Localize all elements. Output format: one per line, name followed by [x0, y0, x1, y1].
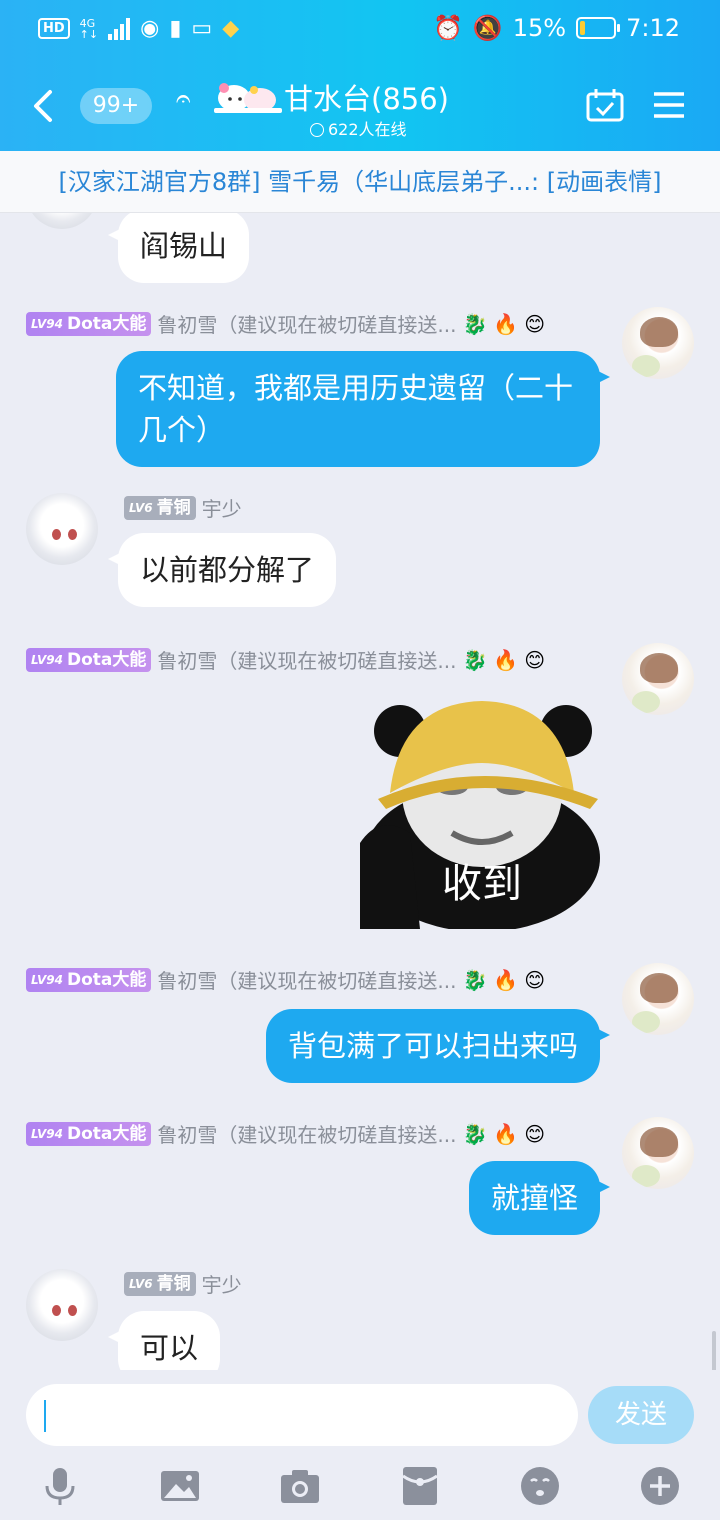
avatar[interactable] [622, 1117, 694, 1189]
camera-icon[interactable] [278, 1464, 322, 1508]
avatar[interactable] [622, 643, 694, 715]
group-title: 甘水台(856) [284, 82, 449, 116]
level-badge: LV94 Dota大能 [26, 1121, 152, 1146]
avatar[interactable] [26, 1269, 98, 1341]
send-button[interactable]: 发送 [588, 1386, 694, 1444]
image-icon[interactable] [158, 1464, 202, 1508]
avatar[interactable] [26, 213, 98, 229]
level-badge: LV6 青铜 [124, 1271, 196, 1296]
group-title-area[interactable]: 甘水台(856) 622人在线 [214, 76, 454, 140]
mute-icon: 🔕 [472, 14, 503, 42]
online-icon [310, 123, 324, 137]
microphone-icon[interactable] [38, 1464, 82, 1508]
fire-icon: 🔥 [493, 311, 519, 336]
message-list[interactable]: 阎锡山 LV94 Dota大能 鲁初雪（建议现在被切磋直接送... 🐉 🔥 😊 不知道… [0, 213, 720, 1370]
battery-fill [580, 21, 585, 35]
calendar-check-icon[interactable] [586, 88, 624, 122]
signal-bars-icon [108, 17, 131, 40]
dragon-icon: 🐉 [462, 967, 488, 992]
avatar[interactable] [622, 963, 694, 1035]
fire-icon: 🔥 [493, 967, 519, 992]
sender-line: LV6 青铜 宇少 [124, 1269, 242, 1298]
sender-line: LV94 Dota大能 鲁初雪（建议现在被切磋直接送... 🐉 🔥 😊 [26, 309, 545, 338]
battery-icon [576, 17, 621, 39]
fire-icon: 🔥 [493, 1121, 519, 1146]
input-toolbar [0, 1464, 720, 1508]
message-bubble[interactable]: 可以 [107, 1311, 221, 1370]
sticker-caption: 收到 [442, 861, 522, 907]
sender-name[interactable]: 鲁初雪（建议现在被切磋直接送... [157, 965, 456, 994]
app-icon: ◆ [222, 16, 240, 41]
sender-name[interactable]: 宇少 [202, 493, 242, 522]
eye-icon: ◉ [140, 16, 160, 41]
battery-percent: 15% [512, 14, 567, 42]
hd-icon: HD [38, 18, 70, 39]
alarm-icon: ⏰ [432, 14, 463, 42]
book-icon: ▭ [191, 16, 213, 41]
text-caret [44, 1400, 46, 1432]
sender-line: LV6 青铜 宇少 [124, 493, 242, 522]
unread-count-badge[interactable]: 99+ [80, 88, 152, 124]
sender-name[interactable]: 鲁初雪（建议现在被切磋直接送... [157, 1119, 456, 1148]
input-bar: 发送 [0, 1370, 720, 1520]
back-icon[interactable] [28, 86, 60, 126]
chat-header: HD 4G ↑↓ ◉ ▮ ▭ ◆ ⏰ 🔕 15% 7:12 99+ 𝄐 甘水台(… [0, 0, 720, 151]
avatar[interactable] [622, 307, 694, 379]
level-badge: LV6 青铜 [124, 495, 196, 520]
plus-icon[interactable] [638, 1464, 682, 1508]
sender-name[interactable]: 鲁初雪（建议现在被切磋直接送... [157, 309, 456, 338]
message-bubble[interactable]: 阎锡山 [107, 213, 250, 283]
status-bar: HD 4G ↑↓ ◉ ▮ ▭ ◆ ⏰ 🔕 15% 7:12 [0, 0, 720, 62]
message-bubble[interactable]: 以前都分解了 [107, 533, 337, 607]
fire-icon: 🔥 [493, 647, 519, 672]
sticker-image[interactable]: 收到 [360, 683, 604, 932]
ear-icon[interactable]: 𝄐 [176, 84, 190, 115]
sender-line: LV94 Dota大能 鲁初雪（建议现在被切磋直接送... 🐉 🔥 😊 [26, 965, 545, 994]
level-badge: LV94 Dota大能 [26, 647, 152, 672]
dragon-icon: 🐉 [462, 1121, 488, 1146]
sender-line: LV94 Dota大能 鲁初雪（建议现在被切磋直接送... 🐉 🔥 😊 [26, 645, 545, 674]
message-bubble[interactable]: 不知道，我都是用历史遗留（二十几个） [116, 351, 610, 467]
4g-signal-icon: 4G ↑↓ [79, 16, 99, 41]
smile-badge-icon: 😊 [524, 1121, 546, 1146]
emoji-icon[interactable] [518, 1464, 562, 1508]
sender-line: LV94 Dota大能 鲁初雪（建议现在被切磋直接送... 🐉 🔥 😊 [26, 1119, 545, 1148]
avatar[interactable] [26, 493, 98, 565]
message-bubble[interactable]: 就撞怪 [468, 1161, 611, 1235]
dragon-icon: 🐉 [462, 311, 488, 336]
sender-name[interactable]: 宇少 [202, 1269, 242, 1298]
message-bubble[interactable]: 背包满了可以扫出来吗 [265, 1009, 611, 1083]
scrollbar[interactable] [712, 1331, 716, 1370]
sim-icon: ▮ [169, 16, 182, 41]
level-badge: LV94 Dota大能 [26, 311, 152, 336]
smile-badge-icon: 😊 [524, 967, 546, 992]
red-packet-icon[interactable] [398, 1464, 442, 1508]
smile-badge-icon: 😊 [524, 311, 546, 336]
dragon-icon: 🐉 [462, 647, 488, 672]
online-count: 622人在线 [310, 116, 407, 140]
smile-badge-icon: 😊 [524, 647, 546, 672]
clock: 7:12 [626, 14, 680, 42]
pinned-notice[interactable]: [汉家江湖官方8群] 雪千易（华山底层弟子...: [动画表情] [0, 151, 720, 213]
sender-name[interactable]: 鲁初雪（建议现在被切磋直接送... [157, 645, 456, 674]
hello-kitty-icon [214, 83, 282, 113]
level-badge: LV94 Dota大能 [26, 967, 152, 992]
menu-icon[interactable] [652, 90, 686, 120]
message-input[interactable] [26, 1384, 578, 1446]
